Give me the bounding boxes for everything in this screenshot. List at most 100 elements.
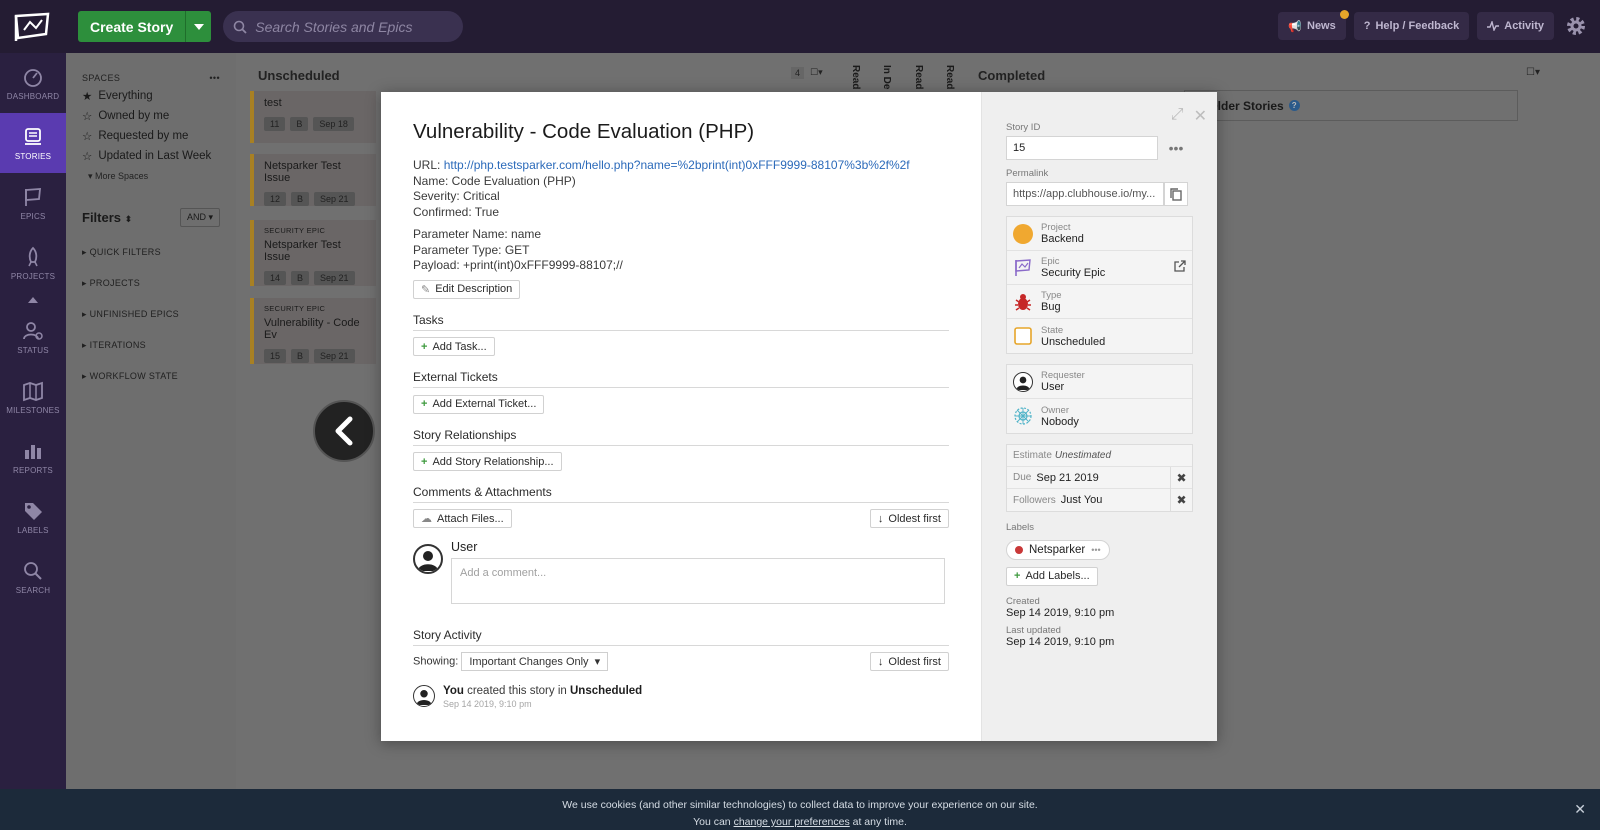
nav-search[interactable]: SEARCH: [0, 547, 66, 607]
space-item-owned[interactable]: ☆ Owned by me: [82, 109, 220, 123]
more-actions-icon[interactable]: •••: [1164, 136, 1188, 160]
people-fields: Requester User Owner Nobody: [1006, 364, 1193, 434]
add-external-label: Add External Ticket...: [432, 398, 537, 410]
column-collapsed[interactable]: Read: [850, 65, 861, 89]
completed-select-checkbox[interactable]: ☐▾: [1526, 67, 1540, 78]
nav-collapse-toggle[interactable]: [0, 293, 66, 307]
type-field[interactable]: Type Bug: [1007, 285, 1192, 319]
add-relationship-button[interactable]: + Add Story Relationship...: [413, 452, 562, 471]
activity-button[interactable]: Activity: [1477, 12, 1554, 40]
due-date-field[interactable]: Due Sep 21 2019 ✖: [1007, 467, 1192, 489]
description-confirmed: Confirmed: True: [413, 204, 500, 219]
load-older-stories-button[interactable]: ad Older Stories ?: [1184, 90, 1518, 121]
activity-state: Unscheduled: [569, 685, 643, 697]
info-icon: ?: [1288, 100, 1300, 111]
add-labels-button[interactable]: + Add Labels...: [1006, 566, 1098, 586]
card-id: 12: [264, 192, 287, 206]
create-story-button[interactable]: Create Story: [78, 11, 212, 42]
nav-search-label: SEARCH: [15, 585, 51, 595]
create-dropdown-caret[interactable]: [185, 11, 211, 42]
owner-value: Nobody: [1041, 415, 1079, 428]
followers-field[interactable]: Followers Just You ✖: [1007, 489, 1192, 511]
cookie-preferences-link[interactable]: change your preferences: [734, 816, 850, 828]
story-card[interactable]: SECURITY EPIC Vulnerability - Code Ev 15…: [250, 298, 376, 364]
story-id-field[interactable]: 15: [1006, 136, 1158, 160]
search-input[interactable]: Search Stories and Epics: [223, 11, 464, 42]
column-collapsed[interactable]: Read: [944, 65, 955, 89]
star-outline-icon: ☆: [82, 131, 93, 143]
activity-sort-button[interactable]: ↓ Oldest first: [869, 652, 949, 671]
top-right-actions: 📢 News ? Help / Feedback Activity: [1278, 10, 1590, 40]
activity-filter-value: Important Changes Only: [469, 655, 589, 668]
story-title[interactable]: Vulnerability - Code Evaluation (PHP): [413, 120, 949, 144]
clubhouse-logo[interactable]: [0, 0, 64, 53]
filter-section-quick[interactable]: ▸ QUICK FILTERS: [82, 247, 220, 258]
attach-files-button[interactable]: ☁ Attach Files...: [413, 509, 512, 528]
new-comment-area: User Add a comment...: [413, 540, 949, 604]
filter-section-epics[interactable]: ▸ UNFINISHED EPICS: [82, 309, 220, 320]
nav-labels[interactable]: LABELS: [0, 487, 66, 547]
followers-label: Followers: [1013, 494, 1056, 506]
filters-title[interactable]: Filters ⬍: [82, 210, 132, 225]
space-item-updated[interactable]: ☆ Updated in Last Week: [82, 149, 220, 163]
description-url-link[interactable]: http://php.testsparker.com/hello.php?nam…: [444, 158, 910, 172]
estimate-field[interactable]: Estimate Unestimated: [1007, 445, 1192, 467]
close-icon[interactable]: ✕: [1574, 801, 1586, 818]
help-feedback-button[interactable]: ? Help / Feedback: [1353, 12, 1470, 40]
more-spaces-link[interactable]: ▾ More Spaces: [82, 171, 220, 182]
project-field[interactable]: Project Backend: [1007, 217, 1192, 251]
created-block: Created Sep 14 2019, 9:10 pm: [1006, 596, 1193, 619]
copy-permalink-button[interactable]: [1164, 182, 1188, 206]
filter-section-iterations[interactable]: ▸ ITERATIONS: [82, 340, 220, 351]
nav-projects-label: PROJECTS: [10, 271, 56, 281]
label-more-icon[interactable]: •••: [1091, 545, 1100, 555]
tag-icon: [25, 502, 42, 520]
comment-input[interactable]: Add a comment...: [451, 558, 945, 604]
external-link-icon[interactable]: [1174, 259, 1186, 277]
settings-button[interactable]: [1562, 12, 1590, 40]
label-chip[interactable]: Netsparker •••: [1006, 540, 1110, 560]
news-button[interactable]: 📢 News: [1278, 10, 1349, 40]
nav-dashboard[interactable]: DASHBOARD: [0, 53, 66, 113]
chevron-down-icon: ▾: [594, 656, 601, 668]
filter-section-workflow[interactable]: ▸ WORKFLOW STATE: [82, 371, 220, 382]
close-icon[interactable]: ✕: [1194, 106, 1207, 126]
add-external-ticket-button[interactable]: + Add External Ticket...: [413, 394, 545, 414]
permalink-field[interactable]: https://app.clubhouse.io/my...: [1006, 182, 1164, 206]
nav-milestones[interactable]: MILESTONES: [0, 367, 66, 427]
activity-toolbar: Showing: Important Changes Only ▾ ↓ Oldest…: [413, 652, 949, 671]
nav-epics[interactable]: EPICS: [0, 173, 66, 233]
column-collapsed[interactable]: In De: [881, 65, 892, 89]
nav-stories[interactable]: STORIES: [0, 113, 66, 173]
owner-field[interactable]: Owner Nobody: [1007, 399, 1192, 433]
previous-story-button[interactable]: [313, 400, 375, 462]
epic-field[interactable]: Epic Security Epic: [1007, 251, 1192, 285]
edit-description-button[interactable]: ✎ Edit Description: [413, 279, 521, 299]
spaces-more-icon[interactable]: •••: [209, 73, 220, 83]
select-all-checkbox[interactable]: ☐▾: [810, 67, 823, 79]
cookie-text-pre: You can: [693, 816, 734, 828]
expand-icon[interactable]: ⤢: [1171, 106, 1184, 126]
space-item-everything[interactable]: ★ Everything: [82, 89, 220, 103]
story-card[interactable]: Netsparker Test Issue 12 B Sep 21: [250, 154, 376, 206]
state-field[interactable]: State Unscheduled: [1007, 319, 1192, 353]
nav-status[interactable]: STATUS: [0, 307, 66, 367]
clear-due-date-button[interactable]: ✖: [1170, 467, 1192, 489]
nav-stories-label: STORIES: [14, 151, 52, 161]
nav-reports[interactable]: REPORTS: [0, 427, 66, 487]
filter-mode-value: AND: [186, 212, 206, 222]
filter-mode-select[interactable]: AND ▾: [179, 208, 220, 227]
card-date: Sep 21: [314, 271, 355, 285]
requester-field[interactable]: Requester User: [1007, 365, 1192, 399]
activity-filter-select[interactable]: Important Changes Only ▾: [461, 652, 609, 671]
comments-sort-button[interactable]: ↓ Oldest first: [869, 509, 949, 528]
story-card[interactable]: SECURITY EPIC Netsparker Test Issue 14 B…: [250, 220, 376, 286]
clear-followers-button[interactable]: ✖: [1170, 489, 1192, 511]
nav-projects[interactable]: PROJECTS: [0, 233, 66, 293]
story-card[interactable]: test 11 B Sep 18: [250, 91, 376, 143]
column-collapsed[interactable]: Read: [913, 65, 924, 89]
add-task-button[interactable]: + Add Task...: [413, 337, 495, 356]
filter-section-projects[interactable]: ▸ PROJECTS: [82, 278, 220, 289]
space-item-requested[interactable]: ☆ Requested by me: [82, 129, 220, 143]
project-value: Backend: [1041, 233, 1084, 245]
